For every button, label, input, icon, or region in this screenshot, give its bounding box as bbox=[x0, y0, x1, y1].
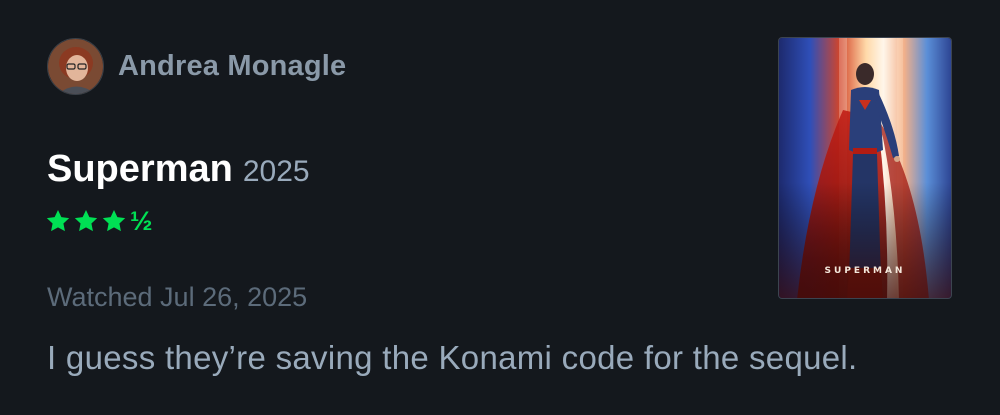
star-icon bbox=[102, 209, 126, 232]
poster-logo-text: SUPERMAN bbox=[824, 266, 906, 276]
film-title[interactable]: Superman bbox=[47, 148, 233, 191]
half-star-icon: ½ bbox=[130, 206, 153, 236]
poster-art bbox=[779, 38, 951, 298]
author-name[interactable]: Andrea Monagle bbox=[118, 50, 346, 83]
film-heading: Superman 2025 bbox=[47, 148, 310, 191]
avatar[interactable] bbox=[47, 38, 104, 95]
film-year[interactable]: 2025 bbox=[243, 155, 310, 189]
star-icon bbox=[46, 209, 70, 232]
watched-date: Watched Jul 26, 2025 bbox=[47, 282, 308, 312]
star-rating: ½ bbox=[45, 206, 153, 236]
review-text: I guess they’re saving the Konami code f… bbox=[47, 339, 858, 376]
film-poster[interactable]: SUPERMAN bbox=[778, 37, 952, 299]
review-card: Andrea Monagle Superman 2025 ½ Watched J… bbox=[0, 0, 1000, 415]
star-icon bbox=[74, 209, 98, 232]
review-author[interactable]: Andrea Monagle bbox=[47, 38, 346, 95]
